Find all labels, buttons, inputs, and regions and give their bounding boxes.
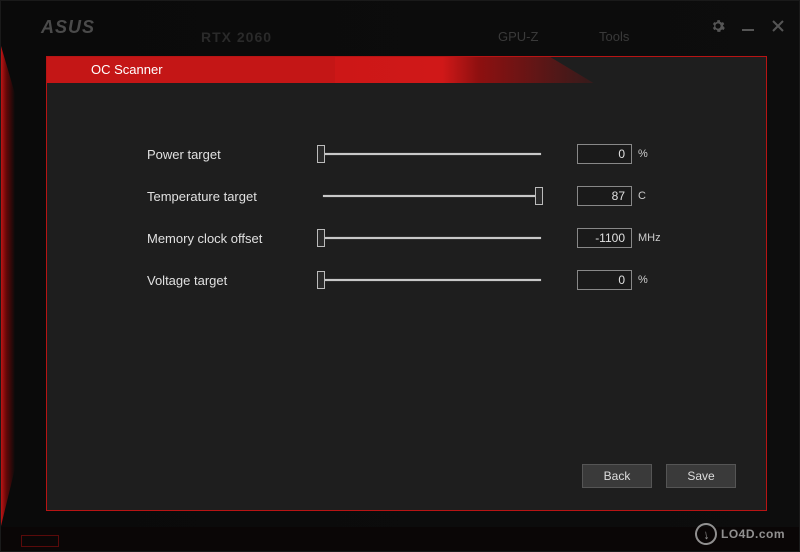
slider-thumb[interactable] bbox=[535, 187, 543, 205]
label-power-target: Power target bbox=[147, 147, 317, 162]
window-controls bbox=[709, 17, 787, 35]
bottom-accent bbox=[21, 535, 59, 547]
slider-group: Power target 0 % Temperature target 87 C… bbox=[147, 142, 716, 292]
brand-logo: ASUS bbox=[41, 17, 95, 38]
slider-track-line bbox=[323, 153, 541, 155]
oc-scanner-panel: OC Scanner Power target 0 % Temperature … bbox=[46, 56, 767, 511]
unit-power-target: % bbox=[638, 148, 662, 160]
watermark: ↓ LO4D.com bbox=[695, 523, 785, 545]
slider-track-line bbox=[323, 195, 541, 197]
unit-voltage-target: % bbox=[638, 274, 662, 286]
label-memory-clock-offset: Memory clock offset bbox=[147, 231, 317, 246]
close-icon[interactable] bbox=[769, 17, 787, 35]
slider-track-line bbox=[323, 279, 541, 281]
back-button[interactable]: Back bbox=[582, 464, 652, 488]
left-accent bbox=[1, 46, 15, 526]
slider-power-target[interactable] bbox=[317, 145, 547, 163]
bottom-edge bbox=[1, 527, 799, 551]
label-voltage-target: Voltage target bbox=[147, 273, 317, 288]
button-bar: Back Save bbox=[582, 464, 736, 488]
slider-thumb[interactable] bbox=[317, 229, 325, 247]
value-memory-clock-offset[interactable]: -1100 bbox=[577, 228, 632, 248]
row-power-target: Power target 0 % bbox=[147, 142, 716, 166]
tab-tools[interactable]: Tools bbox=[599, 29, 629, 44]
slider-voltage-target[interactable] bbox=[317, 271, 547, 289]
titlebar: ASUS RTX 2060 GPU-Z Tools bbox=[1, 9, 799, 45]
value-voltage-target[interactable]: 0 bbox=[577, 270, 632, 290]
watermark-icon: ↓ bbox=[694, 522, 719, 547]
label-temperature-target: Temperature target bbox=[147, 189, 317, 204]
unit-memory-clock-offset: MHz bbox=[638, 232, 662, 244]
row-voltage-target: Voltage target 0 % bbox=[147, 268, 716, 292]
slider-memory-clock-offset[interactable] bbox=[317, 229, 547, 247]
gpu-model-label: RTX 2060 bbox=[201, 29, 272, 45]
slider-temperature-target[interactable] bbox=[317, 187, 547, 205]
slider-thumb[interactable] bbox=[317, 145, 325, 163]
slider-thumb[interactable] bbox=[317, 271, 325, 289]
value-power-target[interactable]: 0 bbox=[577, 144, 632, 164]
row-memory-clock-offset: Memory clock offset -1100 MHz bbox=[147, 226, 716, 250]
panel-header: OC Scanner bbox=[47, 57, 766, 85]
value-temperature-target[interactable]: 87 bbox=[577, 186, 632, 206]
watermark-text: LO4D.com bbox=[721, 527, 785, 541]
minimize-icon[interactable] bbox=[739, 17, 757, 35]
slider-track-line bbox=[323, 237, 541, 239]
tab-gpuz[interactable]: GPU-Z bbox=[498, 29, 538, 44]
unit-temperature-target: C bbox=[638, 190, 662, 202]
settings-icon[interactable] bbox=[709, 17, 727, 35]
row-temperature-target: Temperature target 87 C bbox=[147, 184, 716, 208]
app-window: ASUS RTX 2060 GPU-Z Tools OC Scanner Pow… bbox=[0, 0, 800, 552]
save-button[interactable]: Save bbox=[666, 464, 736, 488]
panel-title: OC Scanner bbox=[47, 57, 766, 77]
